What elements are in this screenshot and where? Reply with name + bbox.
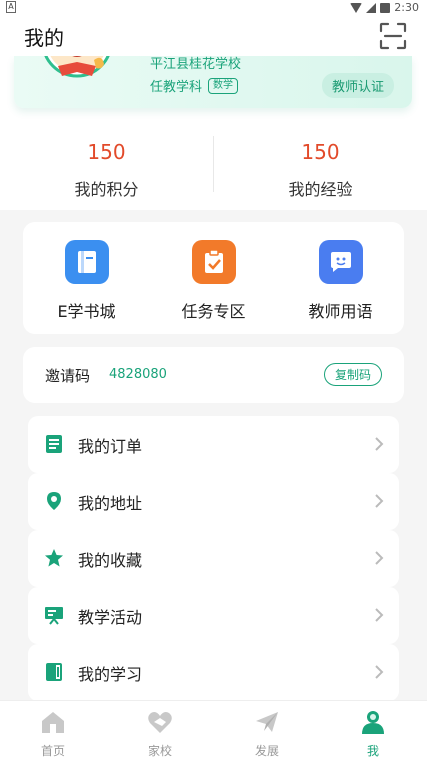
notebook-icon [46, 663, 62, 681]
stats-panel: 150 我的积分 150 我的经验 [0, 128, 427, 210]
experience-stat[interactable]: 150 我的经验 [214, 140, 427, 200]
tool-label: E学书城 [57, 302, 116, 321]
tool-teacher-phrases[interactable]: 教师用语 [277, 240, 404, 322]
points-stat[interactable]: 150 我的积分 [0, 140, 213, 200]
experience-value: 150 [301, 140, 340, 164]
chevron-right-icon [375, 665, 384, 679]
status-bar: A 2:30 [0, 0, 427, 16]
tab-label: 家校 [147, 744, 172, 758]
tab-label: 我 [366, 744, 379, 758]
menu-list: 我的订单 我的地址 我的收藏 教学活动 我的学习 [28, 416, 399, 701]
menu-item-my-study[interactable]: 我的学习 [28, 644, 399, 701]
wifi-icon [350, 2, 363, 13]
chevron-right-icon [375, 494, 384, 508]
tab-home[interactable]: 首页 [0, 709, 106, 759]
menu-item-address[interactable]: 我的地址 [28, 473, 399, 530]
tool-label: 教师用语 [308, 302, 373, 321]
subject-tag: 数学 [208, 77, 239, 94]
menu-item-orders[interactable]: 我的订单 [28, 416, 399, 473]
paper-plane-icon [256, 712, 278, 732]
bottom-tab-bar: 首页 家校 发展 我 [0, 700, 427, 760]
home-icon [42, 712, 64, 733]
page-title: 我的 [24, 26, 64, 50]
location-pin-icon [47, 492, 61, 510]
profile-card: 平江县桂花学校 任教学科 数学 教师认证 [14, 36, 412, 108]
presentation-icon [45, 607, 63, 625]
menu-item-favorites[interactable]: 我的收藏 [28, 530, 399, 587]
tab-label: 首页 [40, 744, 65, 758]
tab-home-school[interactable]: 家校 [107, 709, 213, 759]
status-time: 2:30 [394, 1, 419, 14]
copy-code-button[interactable]: 复制码 [323, 363, 382, 386]
user-icon [362, 711, 384, 734]
task-clipboard-icon [191, 240, 236, 284]
tool-ebook-store[interactable]: E学书城 [23, 240, 150, 322]
tab-development[interactable]: 发展 [214, 709, 320, 759]
signal-icon [366, 2, 377, 13]
status-indicators: 2:30 [350, 1, 419, 14]
notification-icon: A [6, 1, 16, 13]
chevron-right-icon [375, 551, 384, 565]
book-icon [64, 240, 109, 284]
invite-label: 邀请码 [45, 367, 91, 385]
menu-item-label: 我的收藏 [78, 551, 143, 570]
tool-label: 任务专区 [181, 302, 246, 321]
handshake-heart-icon [148, 712, 172, 733]
points-value: 150 [87, 140, 126, 164]
tab-label: 发展 [254, 744, 279, 758]
quick-tools-card: E学书城 任务专区 教师用语 [23, 222, 404, 334]
order-list-icon [46, 435, 62, 453]
page-header: 我的 [0, 16, 427, 56]
menu-item-label: 我的地址 [78, 494, 143, 513]
teacher-cert-button[interactable]: 教师认证 [321, 73, 394, 98]
battery-icon [380, 2, 391, 13]
subject-prefix: 任教学科 [150, 80, 203, 95]
chat-face-icon [318, 240, 363, 284]
profile-section: 平江县桂花学校 任教学科 数学 教师认证 [0, 36, 427, 128]
invite-card: 邀请码 4828080 复制码 [23, 347, 404, 403]
menu-item-label: 教学活动 [78, 608, 143, 627]
chevron-right-icon [375, 608, 384, 622]
experience-label: 我的经验 [288, 180, 353, 199]
chevron-right-icon [375, 437, 384, 451]
points-label: 我的积分 [74, 180, 139, 199]
star-icon [45, 549, 63, 567]
menu-item-label: 我的订单 [78, 437, 143, 456]
menu-item-teaching-activities[interactable]: 教学活动 [28, 587, 399, 644]
scan-icon[interactable] [379, 22, 407, 50]
invite-code: 4828080 [109, 367, 167, 382]
menu-item-label: 我的学习 [78, 665, 143, 684]
tab-me[interactable]: 我 [320, 709, 426, 759]
tool-task-zone[interactable]: 任务专区 [150, 240, 277, 322]
subject-row: 任教学科 数学 [150, 76, 239, 95]
